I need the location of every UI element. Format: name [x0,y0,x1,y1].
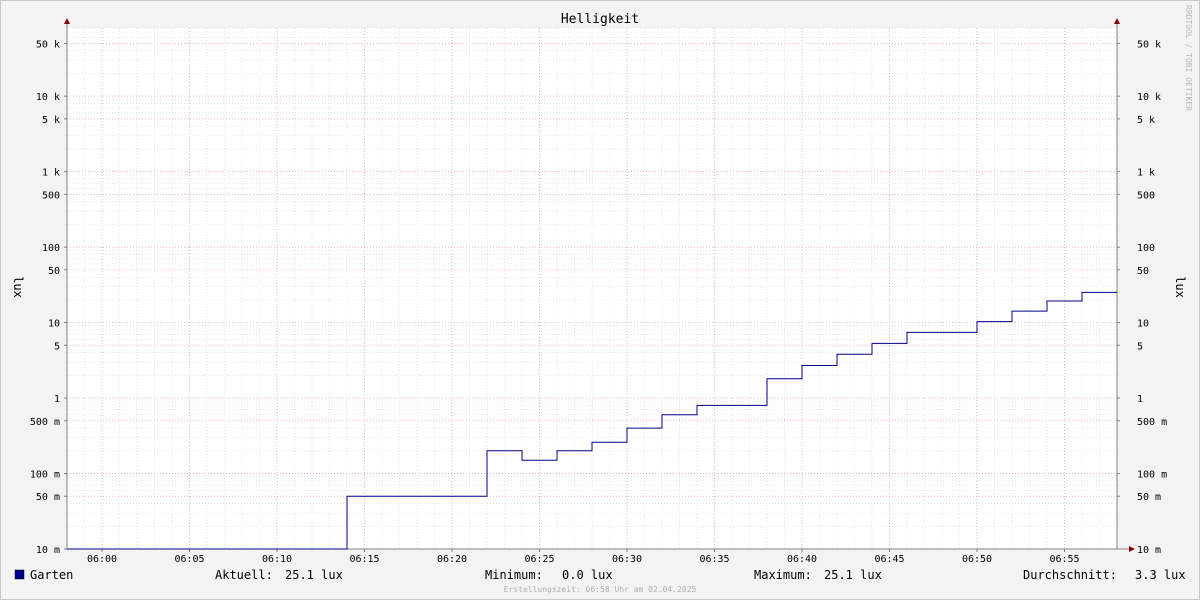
y-tick-label-right: 1 [1137,394,1143,405]
x-tick-label: 06:30 [612,554,642,565]
y-axis-arrow-left-icon [64,18,70,24]
footer-timestamp: Erstellungszeit: 06:58 Uhr am 02.04.2025 [504,585,697,594]
y-tick-label-right: 100 m [1137,470,1167,481]
x-tick-label: 06:00 [87,554,117,565]
x-tick-label: 06:10 [262,554,292,565]
y-tick-label-left: 500 [42,190,60,201]
legend-avg-label: Durchschnitt: [1023,568,1117,582]
y-tick-label-left: 5 [54,341,60,352]
y-tick-label-right: 500 [1137,190,1155,201]
y-tick-label-left: 5 k [42,115,60,126]
x-tick-label: 06:45 [874,554,904,565]
x-tick-label: 06:25 [524,554,554,565]
brightness-chart: Helligkeit RRDTOOL / TOBI OETIKER lux lu… [11,5,1193,594]
y-tick-label-left: 1 [54,394,60,405]
chart-title: Helligkeit [561,12,639,27]
y-tick-label-left: 50 k [36,39,60,50]
y-tick-label-right: 1 k [1137,168,1155,179]
y-tick-label-left: 10 [48,319,60,330]
y-tick-label-left: 50 [48,266,60,277]
legend-max-value: 25.1 lux [824,568,882,582]
y-tick-label-right: 5 [1137,341,1143,352]
y-tick-label-right: 100 [1137,243,1155,254]
legend-min-value: 0.0 lux [562,568,613,582]
y-tick-label-left: 100 [42,243,60,254]
y-tick-label-right: 10 k [1137,92,1161,103]
y-axis-arrow-right-icon [1114,18,1120,24]
legend-series-name: Garten [30,568,73,582]
y-tick-label-right: 50 [1137,266,1149,277]
x-tick-label: 06:05 [174,554,204,565]
y-tick-label-right: 50 m [1137,492,1161,503]
y-tick-label-left: 10 m [36,545,60,556]
legend: Garten Aktuell: 25.1 lux Minimum: 0.0 lu… [14,568,1186,582]
y-tick-label-right: 10 [1137,319,1149,330]
x-tick-label: 06:50 [962,554,992,565]
y-tick-label-right: 500 m [1137,417,1167,428]
legend-swatch-garten [14,569,25,580]
legend-current-value: 25.1 lux [285,568,343,582]
y-tick-label-right: 50 k [1137,39,1161,50]
y-tick-label-left: 50 m [36,492,60,503]
x-axis-arrow-icon [1129,546,1135,552]
legend-current-label: Aktuell: [215,568,273,582]
y-axis-label-left: lux [11,276,25,298]
x-tick-label: 06:55 [1049,554,1079,565]
y-tick-label-left: 100 m [30,470,60,481]
y-tick-label-left: 500 m [30,417,60,428]
x-tick-label: 06:35 [699,554,729,565]
watermark: RRDTOOL / TOBI OETIKER [1184,5,1193,111]
x-tick-label: 06:40 [787,554,817,565]
x-tick-label: 06:15 [349,554,379,565]
y-tick-label-left: 10 k [36,92,60,103]
y-tick-label-right: 10 m [1137,545,1161,556]
y-axis-label-right: lux [1173,276,1187,298]
y-tick-label-left: 1 k [42,168,60,179]
y-tick-label-right: 5 k [1137,115,1155,126]
legend-max-label: Maximum: [754,568,812,582]
x-tick-label: 06:20 [437,554,467,565]
legend-min-label: Minimum: [485,568,543,582]
legend-avg-value: 3.3 lux [1135,568,1186,582]
